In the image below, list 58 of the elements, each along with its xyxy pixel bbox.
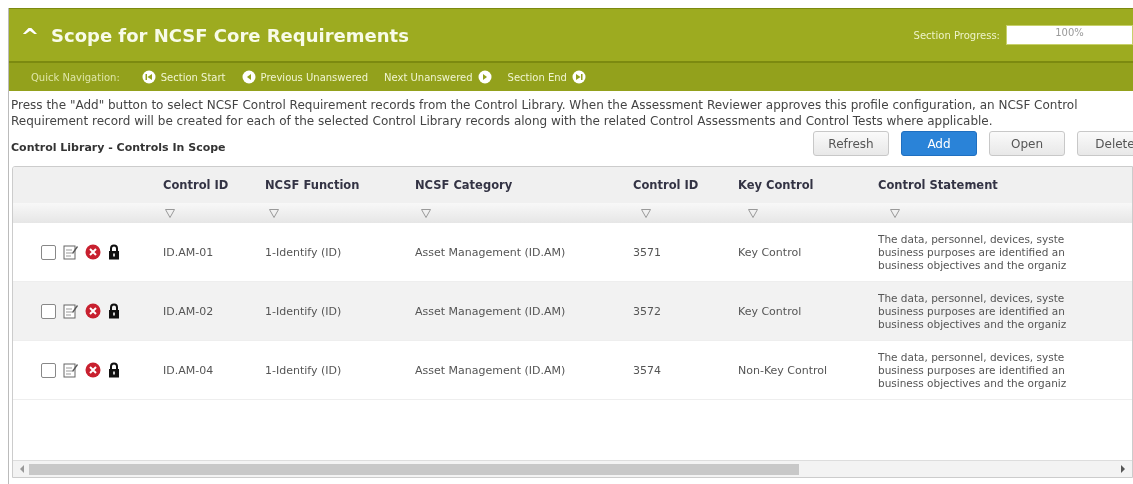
filter-icon[interactable] xyxy=(165,208,175,218)
table-cell-text: The data, personnel, devices, syste business purposes are identified an business objectives and the organiz xyxy=(878,291,1068,331)
section-title: Scope for NCSF Core Requirements xyxy=(51,24,410,46)
column-header[interactable]: NCSF Function xyxy=(265,178,360,192)
table-cell: Asset Management (ID.AM) xyxy=(415,245,566,259)
row-checkbox[interactable] xyxy=(41,362,56,378)
table-cell: 3574 xyxy=(633,363,661,377)
delete-icon[interactable] xyxy=(85,303,101,319)
horizontal-scrollbar[interactable] xyxy=(13,460,1132,477)
table-cell: Asset Management (ID.AM) xyxy=(415,363,566,377)
edit-icon[interactable] xyxy=(63,244,78,260)
column-header[interactable]: Control ID xyxy=(163,178,229,192)
filter-icon[interactable] xyxy=(748,208,758,218)
edit-icon[interactable] xyxy=(63,303,78,319)
lock-icon xyxy=(108,303,120,319)
table-cell: 1-Identify (ID) xyxy=(265,245,342,259)
grid-title: Control Library - Controls In Scope xyxy=(11,141,226,154)
navigation-icon xyxy=(571,70,586,84)
column-header[interactable]: Key Control xyxy=(738,178,814,192)
table-cell-text: The data, personnel, devices, syste business purposes are identified an business objectives and the organiz xyxy=(878,232,1068,272)
navigation-icon xyxy=(141,70,156,84)
table-cell: 1-Identify (ID) xyxy=(265,363,342,377)
filter-icon[interactable] xyxy=(890,208,900,218)
delete-icon[interactable] xyxy=(85,244,101,260)
table-cell: ID.AM-04 xyxy=(163,363,214,377)
row-checkbox[interactable] xyxy=(41,303,56,319)
column-header[interactable]: Control Statement xyxy=(878,178,998,192)
row-checkbox[interactable] xyxy=(41,244,56,260)
table-cell: Asset Management (ID.AM) xyxy=(415,304,566,318)
filter-icon[interactable] xyxy=(269,208,279,218)
table-cell: 3571 xyxy=(633,245,661,259)
filter-icon[interactable] xyxy=(421,208,431,218)
scroll-left-icon[interactable] xyxy=(19,465,25,473)
progress-reading: 100% xyxy=(1054,27,1085,38)
scroll-right-icon[interactable] xyxy=(1120,465,1126,473)
table-cell: ID.AM-01 xyxy=(163,245,214,259)
table-cell-text: The data, personnel, devices, syste business purposes are identified an business objectives and the organiz xyxy=(878,350,1068,390)
delete-icon[interactable] xyxy=(85,362,101,378)
lock-icon xyxy=(108,362,120,378)
toolbar-button[interactable]: Open xyxy=(989,131,1065,156)
description-text: Press the "Add" button to select NCSF Control Requirement records from the Control Library. When the Assessment Reviewer approves this profile configuration, an NCSF Control Requirement record will be created for each of the selected Control Library records along with the related Control Assessments and Control Tests where applicable. xyxy=(11,97,1079,129)
table-cell: 3572 xyxy=(633,304,661,318)
edit-icon[interactable] xyxy=(63,362,78,378)
navigation-icon xyxy=(241,70,256,84)
filter-icon[interactable] xyxy=(641,208,651,218)
table-cell: Key Control xyxy=(738,245,802,259)
navigation-icon xyxy=(477,70,492,84)
toolbar-button[interactable]: Add xyxy=(901,131,977,156)
table-cell: Key Control xyxy=(738,304,802,318)
table-cell: Non-Key Control xyxy=(738,363,828,377)
column-header[interactable]: Control ID xyxy=(633,178,699,192)
progress-label: Section Progress: xyxy=(913,29,1000,41)
table-cell: ID.AM-02 xyxy=(163,304,214,318)
column-header[interactable]: NCSF Category xyxy=(415,178,513,192)
table-cell: 1-Identify (ID) xyxy=(265,304,342,318)
lock-icon xyxy=(108,244,120,260)
toolbar-button[interactable]: Refresh xyxy=(813,131,889,156)
quick-navigation-label: Quick Navigation: xyxy=(31,71,120,83)
